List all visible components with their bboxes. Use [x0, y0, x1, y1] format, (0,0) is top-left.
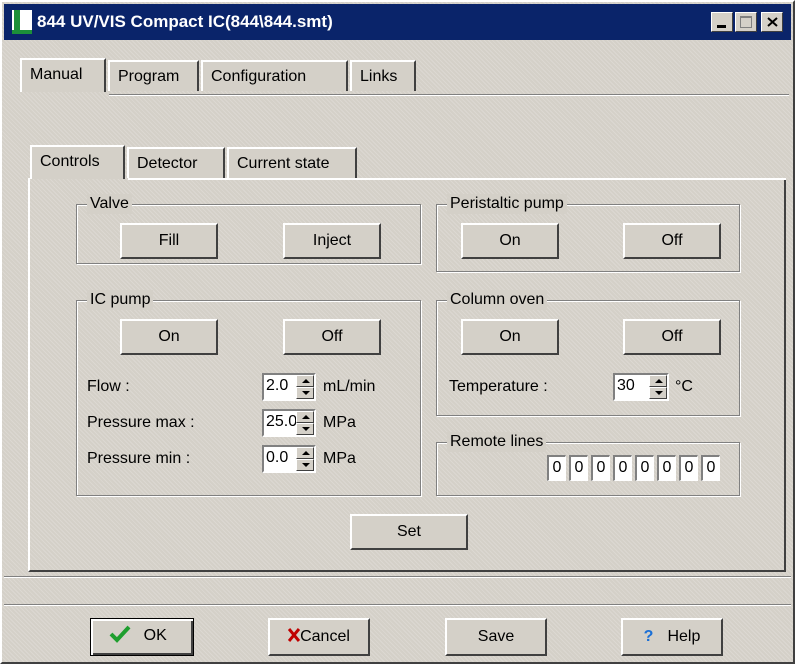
- remote-line-bit-7[interactable]: 0: [679, 455, 698, 481]
- title-bar[interactable]: 844 UV/VIS Compact IC(844\844.smt): [4, 4, 791, 40]
- pressure-max-spinbox[interactable]: [262, 409, 316, 437]
- temperature-up-arrow[interactable]: [649, 375, 667, 387]
- temperature-down-arrow[interactable]: [649, 387, 667, 399]
- temperature-label: Temperature :: [449, 378, 548, 395]
- column-oven-group: Column oven On Off Temperature : °C: [436, 290, 740, 416]
- column-oven-title: Column oven: [447, 290, 548, 310]
- remote-line-bit-5[interactable]: 0: [635, 455, 654, 481]
- valve-group: Valve Fill Inject: [76, 194, 421, 264]
- tab-current-state[interactable]: Current state: [227, 147, 357, 178]
- tab-controls[interactable]: Controls: [30, 145, 125, 179]
- temperature-spinbox[interactable]: [613, 373, 669, 401]
- remote-line-bit-6[interactable]: 0: [657, 455, 676, 481]
- peristaltic-pump-title: Peristaltic pump: [447, 194, 567, 214]
- pressure-min-spin-arrows[interactable]: [296, 447, 314, 471]
- column-oven-off-button[interactable]: Off: [623, 319, 721, 355]
- minimize-button[interactable]: [711, 12, 733, 32]
- ic-pump-title: IC pump: [87, 290, 154, 310]
- remote-lines-group: Remote lines 0 0 0 0 0 0 0 0: [436, 432, 740, 496]
- tab-program[interactable]: Program: [108, 60, 199, 91]
- remote-line-bit-8[interactable]: 0: [701, 455, 720, 481]
- ok-button[interactable]: OK: [90, 618, 194, 656]
- pressure-min-label: Pressure min :: [87, 450, 191, 467]
- column-oven-on-button[interactable]: On: [461, 319, 559, 355]
- pressure-min-down-arrow[interactable]: [296, 459, 314, 471]
- help-button[interactable]: ? Help: [621, 618, 723, 656]
- ic-pump-group: IC pump On Off Flow : mL/min Pressure ma…: [76, 290, 421, 496]
- cancel-x-icon: [287, 628, 301, 642]
- tab-detector[interactable]: Detector: [127, 147, 225, 178]
- flow-spinbox[interactable]: [262, 373, 316, 401]
- pressure-max-up-arrow[interactable]: [296, 411, 314, 423]
- window-title: 844 UV/VIS Compact IC(844\844.smt): [37, 12, 333, 31]
- remote-line-bit-3[interactable]: 0: [591, 455, 610, 481]
- valve-fill-button[interactable]: Fill: [120, 223, 218, 259]
- outer-tab-strip: Manual Program Configuration Links: [20, 58, 780, 92]
- footer-separator: [4, 604, 791, 606]
- flow-up-arrow[interactable]: [296, 375, 314, 387]
- pressure-max-down-arrow[interactable]: [296, 423, 314, 435]
- maximize-button[interactable]: [735, 12, 757, 32]
- help-label: Help: [667, 628, 701, 645]
- pressure-min-unit: MPa: [323, 450, 356, 467]
- valve-group-title: Valve: [87, 194, 132, 214]
- peristaltic-pump-group: Peristaltic pump On Off: [436, 194, 740, 272]
- remote-line-bit-2[interactable]: 0: [569, 455, 588, 481]
- flow-unit: mL/min: [323, 378, 376, 395]
- pressure-min-up-arrow[interactable]: [296, 447, 314, 459]
- tab-manual[interactable]: Manual: [20, 58, 106, 92]
- remote-line-bit-4[interactable]: 0: [613, 455, 632, 481]
- footer-separator-top: [4, 576, 791, 578]
- inner-tab-strip: Controls Detector Current state: [30, 145, 780, 179]
- temperature-spin-arrows[interactable]: [649, 375, 667, 399]
- app-icon: [12, 10, 32, 34]
- cancel-button[interactable]: Cancel: [268, 618, 370, 656]
- flow-spin-arrows[interactable]: [296, 375, 314, 399]
- ic-pump-on-button[interactable]: On: [120, 319, 218, 355]
- pressure-max-unit: MPa: [323, 414, 356, 431]
- help-question-icon: ?: [643, 628, 654, 645]
- remote-lines-title: Remote lines: [447, 432, 547, 452]
- remote-lines-bits: 0 0 0 0 0 0 0 0: [547, 455, 720, 481]
- checkmark-icon: [109, 625, 131, 643]
- tab-configuration[interactable]: Configuration: [201, 60, 348, 91]
- pressure-max-spin-arrows[interactable]: [296, 411, 314, 435]
- minimize-icon: [717, 25, 726, 28]
- dialog-window: 844 UV/VIS Compact IC(844\844.smt) Manua…: [0, 0, 795, 664]
- close-button[interactable]: [761, 12, 783, 32]
- cancel-label: Cancel: [300, 628, 350, 645]
- close-icon: [767, 17, 778, 27]
- pressure-min-spinbox[interactable]: [262, 445, 316, 473]
- tab-links[interactable]: Links: [350, 60, 416, 91]
- ic-pump-off-button[interactable]: Off: [283, 319, 381, 355]
- temperature-unit: °C: [675, 378, 693, 395]
- valve-inject-button[interactable]: Inject: [283, 223, 381, 259]
- set-button[interactable]: Set: [350, 514, 468, 550]
- outer-tab-underline: [109, 94, 789, 96]
- save-button[interactable]: Save: [445, 618, 547, 656]
- remote-line-bit-1[interactable]: 0: [547, 455, 566, 481]
- flow-label: Flow :: [87, 378, 130, 395]
- controls-panel: Valve Fill Inject Peristaltic pump On Of…: [28, 178, 786, 572]
- maximize-icon: [740, 16, 752, 28]
- peristaltic-pump-on-button[interactable]: On: [461, 223, 559, 259]
- flow-down-arrow[interactable]: [296, 387, 314, 399]
- peristaltic-pump-off-button[interactable]: Off: [623, 223, 721, 259]
- pressure-max-label: Pressure max :: [87, 414, 195, 431]
- ok-label: OK: [143, 627, 167, 644]
